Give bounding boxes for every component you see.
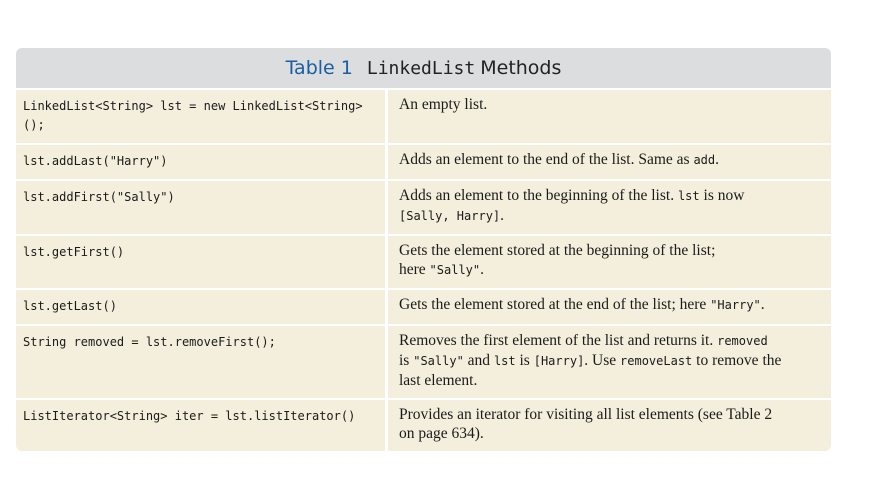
table-body: LinkedList<String> lst = new LinkedList<…: [16, 88, 831, 451]
description-code-fragment: [Sally, Harry]: [399, 209, 501, 223]
method-description-cell: Gets the element stored at the beginning…: [388, 236, 831, 288]
description-code-fragment: "Sally": [413, 354, 464, 368]
table-row: lst.addLast("Harry") Adds an element to t…: [16, 143, 831, 179]
description-text-fragment: Adds an element to the end of the list. …: [399, 151, 694, 168]
table-row: LinkedList<String> lst = new LinkedList<…: [16, 88, 831, 143]
method-description-cell: Adds an element to the beginning of the …: [388, 181, 831, 234]
method-code-cell: LinkedList<String> lst = new LinkedList<…: [16, 90, 388, 143]
description-text-fragment: last element.: [399, 372, 478, 389]
description-text-fragment: and: [463, 352, 494, 369]
description-text-fragment: Gets the element stored at the beginning…: [399, 242, 716, 259]
method-code-cell: lst.addLast("Harry"): [16, 145, 388, 179]
method-code-cell: String removed = lst.removeFirst();: [16, 326, 388, 398]
description-text-fragment: is now: [699, 187, 745, 204]
description-text-fragment: . Use: [584, 352, 621, 369]
linkedlist-methods-table: Table 1 LinkedList Methods LinkedList<St…: [16, 48, 831, 451]
method-description-cell: Adds an element to the end of the list. …: [388, 145, 831, 179]
description-code-fragment: add: [693, 153, 716, 167]
description-text-fragment: is: [515, 352, 534, 369]
description-code-fragment: removed: [717, 334, 768, 348]
description-text-fragment: .: [480, 261, 484, 278]
table-row: lst.addFirst("Sally") Adds an element to …: [16, 179, 831, 234]
table-row: lst.getLast() Gets the element stored at …: [16, 288, 831, 324]
description-text-fragment: to remove the: [692, 352, 782, 369]
description-code-fragment: removeLast: [620, 354, 693, 368]
method-code-cell: lst.getLast(): [16, 290, 388, 324]
description-code-fragment: "Harry": [710, 298, 761, 312]
table-caption-code: LinkedList: [366, 57, 476, 79]
description-code-fragment: lst: [493, 354, 516, 368]
description-text-fragment: Removes the first element of the list an…: [399, 332, 718, 349]
description-text-fragment: .: [500, 207, 505, 224]
table-caption: Table 1 LinkedList Methods: [16, 48, 831, 88]
description-text-fragment: on page 634).: [399, 425, 484, 442]
description-code-fragment: [Harry]: [533, 354, 585, 368]
table-caption-word: Methods: [480, 57, 562, 79]
method-description-cell: Provides an iterator for visiting all li…: [388, 400, 831, 451]
table-row: ListIterator<String> iter = lst.listIter…: [16, 398, 831, 451]
table-row: String removed = lst.removeFirst(); Remov…: [16, 324, 831, 398]
description-code-fragment: lst: [677, 189, 700, 203]
table-caption-number: Table 1: [285, 57, 353, 79]
description-text-fragment: is: [399, 352, 414, 369]
description-text-fragment: Adds an element to the beginning of the …: [399, 187, 678, 204]
method-description-cell: Removes the first element of the list an…: [388, 326, 831, 398]
description-text-fragment: An empty list.: [399, 96, 488, 113]
description-code-fragment: "Sally": [429, 263, 481, 277]
method-description-cell: Gets the element stored at the end of th…: [388, 290, 831, 324]
table-row: lst.getFirst() Gets the element stored at…: [16, 234, 831, 288]
description-text-fragment: Gets the element stored at the end of th…: [399, 296, 711, 313]
description-text-fragment: Provides an iterator for visiting all li…: [399, 406, 773, 423]
description-text-fragment: here: [399, 261, 430, 278]
method-code-cell: lst.addFirst("Sally"): [16, 181, 388, 234]
method-code-cell: lst.getFirst(): [16, 236, 388, 288]
description-text-fragment: .: [715, 151, 719, 168]
method-description-cell: An empty list.: [388, 90, 831, 143]
method-code-cell: ListIterator<String> iter = lst.listIter…: [16, 400, 388, 451]
description-text-fragment: .: [760, 296, 765, 313]
